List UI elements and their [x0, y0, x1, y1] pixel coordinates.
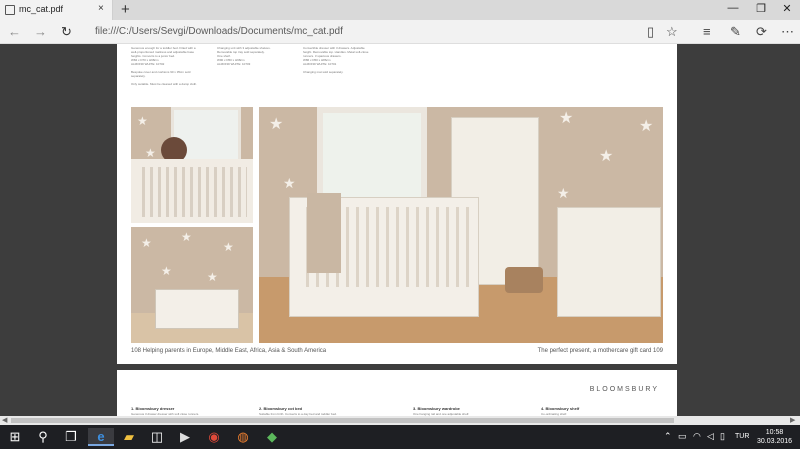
- star-decoration: ★: [181, 230, 192, 244]
- web-note-icon[interactable]: ✎: [730, 24, 741, 40]
- back-arrow-icon[interactable]: ←: [8, 24, 21, 39]
- blanket-shape: [307, 193, 341, 273]
- pdf-viewport[interactable]: Generous enough for a toddler bed. Fitte…: [0, 44, 800, 416]
- product-name: 2. Bloomsbury cot bed: [259, 406, 303, 411]
- photo-doll-bed: ★ ★ ★ ★ ★: [131, 227, 253, 343]
- store-icon[interactable]: ◫: [144, 428, 170, 446]
- favorite-star-icon[interactable]: ☆: [666, 24, 678, 40]
- language-indicator[interactable]: TUR: [735, 433, 749, 440]
- show-hidden-icons-icon[interactable]: ⌃: [664, 431, 672, 442]
- star-decoration: ★: [269, 116, 284, 133]
- star-decoration: ★: [559, 110, 574, 127]
- tab-title: mc_cat.pdf: [19, 4, 64, 14]
- star-decoration: ★: [223, 240, 234, 254]
- product-name: 3. Bloomsbury wardrobe: [413, 406, 460, 411]
- notification-icon[interactable]: ▯: [720, 431, 725, 442]
- close-window-button[interactable]: ✕: [772, 2, 800, 15]
- cot-bars: [137, 167, 247, 217]
- photo-baby-cot: ★ ★: [131, 107, 253, 223]
- star-decoration: ★: [557, 185, 570, 201]
- forward-arrow-icon[interactable]: →: [34, 24, 47, 39]
- pdf-page-108-109: Generous enough for a toddler bed. Fitte…: [117, 44, 677, 364]
- search-icon[interactable]: ⚲: [30, 428, 56, 446]
- media-player-icon[interactable]: ▶: [172, 428, 198, 446]
- product-text-col3: Convertible dresser with 3 drawers. Adju…: [303, 46, 369, 74]
- wifi-icon[interactable]: ◠: [693, 431, 701, 442]
- app-icon[interactable]: ◆: [259, 428, 285, 446]
- star-decoration: ★: [639, 118, 654, 135]
- scrollbar-thumb[interactable]: [11, 418, 674, 423]
- star-decoration: ★: [145, 146, 156, 160]
- product-name: 1. Bloomsbury dresser: [131, 406, 175, 411]
- network-icon[interactable]: ▭: [678, 431, 687, 442]
- clock-time: 10:58: [765, 429, 784, 436]
- share-icon[interactable]: ⟳: [756, 24, 767, 40]
- horizontal-scrollbar[interactable]: ◀ ▶: [0, 416, 800, 425]
- file-explorer-icon[interactable]: ▰: [116, 428, 142, 446]
- tab-bar: mc_cat.pdf × + — ❐ ✕: [0, 0, 800, 20]
- page-footer-right: The perfect present, a mothercare gift c…: [537, 348, 663, 354]
- clock[interactable]: 10:58 30.03.2016: [757, 428, 792, 446]
- firefox-icon[interactable]: ◍: [230, 428, 256, 446]
- reading-view-icon[interactable]: ▯: [647, 24, 654, 40]
- clock-date: 30.03.2016: [757, 438, 793, 445]
- start-windows-icon[interactable]: ⊞: [2, 428, 28, 446]
- basket-shape: [505, 267, 543, 293]
- scroll-left-icon[interactable]: ◀: [2, 416, 7, 424]
- star-decoration: ★: [141, 236, 152, 250]
- star-decoration: ★: [283, 175, 296, 191]
- chrome-icon[interactable]: ◉: [201, 428, 227, 446]
- new-tab-button[interactable]: +: [121, 1, 130, 18]
- star-decoration: ★: [137, 114, 148, 128]
- address-bar: ← → ↻ file:///C:/Users/Sevgi/Downloads/D…: [0, 20, 800, 44]
- taskbar: ⊞ ⚲ ❐ e ▰ ◫ ▶ ◉ ◍ ◆ ⌃ ▭ ◠ ◁ ▯ TUR 10:58 …: [0, 425, 800, 449]
- doll-bed-shape: [155, 289, 239, 329]
- volume-icon[interactable]: ◁: [707, 431, 714, 442]
- url-field[interactable]: file:///C:/Users/Sevgi/Downloads/Documen…: [95, 26, 343, 37]
- edge-browser-icon[interactable]: e: [88, 428, 114, 446]
- close-tab-icon[interactable]: ×: [98, 3, 104, 14]
- scroll-right-icon[interactable]: ▶: [790, 416, 795, 424]
- star-decoration: ★: [599, 148, 614, 165]
- minimize-button[interactable]: —: [718, 2, 748, 14]
- product-name: 4. Bloomsbury shelf: [541, 406, 580, 411]
- star-decoration: ★: [161, 264, 172, 278]
- hub-icon[interactable]: ≡: [703, 24, 711, 39]
- tab-mc-cat[interactable]: mc_cat.pdf ×: [0, 0, 113, 20]
- star-decoration: ★: [207, 270, 218, 284]
- refresh-icon[interactable]: ↻: [61, 24, 72, 40]
- task-view-icon[interactable]: ❐: [58, 428, 84, 446]
- pdf-page-next: BLOOMSBURY 1. Bloomsbury dresser Generou…: [117, 370, 677, 416]
- page-footer-left: 108 Helping parents in Europe, Middle Ea…: [131, 348, 327, 354]
- dresser-shape: [557, 207, 661, 317]
- brand-heading: BLOOMSBURY: [589, 386, 659, 393]
- pdf-file-icon: [5, 5, 15, 15]
- photo-nursery: ★ ★ ★ ★ ★ ★ ★: [259, 107, 663, 343]
- more-icon[interactable]: ⋯: [781, 24, 794, 40]
